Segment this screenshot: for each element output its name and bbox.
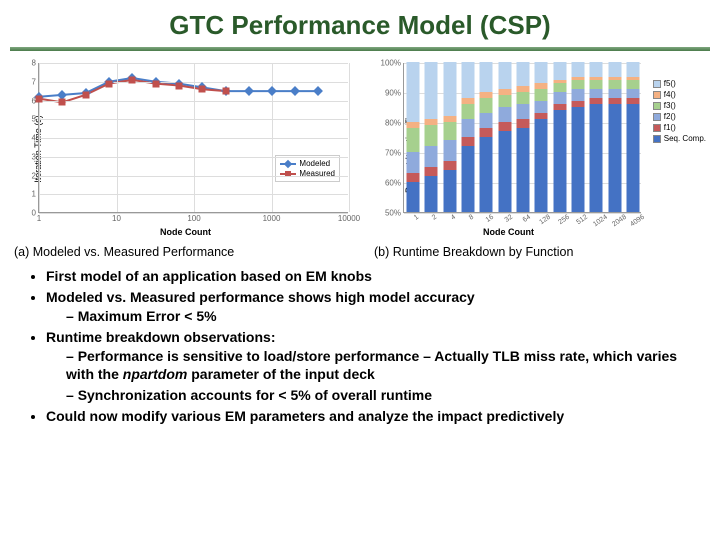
chart-a-point — [105, 80, 112, 87]
chart-b-bar — [407, 62, 420, 212]
chart-a: Iteration Time (s) Modeled Measured 0123… — [8, 57, 363, 241]
chart-a-xtick: 10 — [112, 212, 121, 223]
chart-b-bar — [553, 62, 566, 212]
chart-b-bar — [590, 62, 603, 212]
chart-b-legend-item: Seq. Comp. — [653, 134, 706, 143]
chart-b-xtick: 512 — [574, 212, 589, 226]
chart-b: Percent Iteration Time 50%60%70%80%90%10… — [369, 57, 704, 241]
chart-b-ytick: 60% — [385, 179, 404, 188]
chart-a-point — [129, 76, 136, 83]
chart-a-legend: Modeled Measured — [275, 155, 340, 182]
chart-b-bar — [517, 62, 530, 212]
chart-b-bar — [462, 62, 475, 212]
chart-b-xtick: 256 — [556, 212, 571, 226]
bullet-list: First model of an application based on E… — [0, 267, 720, 426]
chart-a-point — [82, 91, 89, 98]
bullet-item: First model of an application based on E… — [46, 267, 694, 286]
captions: (a) Modeled vs. Measured Performance (b)… — [0, 241, 720, 267]
chart-b-xtick: 2048 — [610, 212, 628, 228]
chart-b-ytick: 70% — [385, 149, 404, 158]
chart-a-ytick: 8 — [32, 59, 39, 68]
chart-a-point — [175, 82, 182, 89]
chart-b-legend-item: f4() — [653, 90, 706, 99]
chart-a-xtick: 10000 — [338, 212, 360, 223]
chart-a-xtick: 1000 — [263, 212, 281, 223]
legend-modeled: Modeled — [299, 159, 330, 168]
chart-a-point — [36, 95, 43, 102]
chart-a-xtick: 1 — [37, 212, 41, 223]
chart-a-ytick: 5 — [32, 115, 39, 124]
chart-a-point — [152, 80, 159, 87]
chart-b-xtick: 128 — [538, 212, 553, 226]
bullet-item: Runtime breakdown observations:Performan… — [46, 328, 694, 406]
chart-b-bar — [626, 62, 639, 212]
chart-b-legend-item: f1() — [653, 123, 706, 132]
sub-bullet-item: Performance is sensitive to load/store p… — [66, 347, 694, 385]
legend-measured: Measured — [299, 169, 335, 178]
slide-title: GTC Performance Model (CSP) — [0, 0, 720, 47]
title-rule — [10, 47, 710, 51]
chart-b-ytick: 100% — [381, 59, 404, 68]
sub-bullet-item: Maximum Error < 5% — [66, 307, 694, 326]
chart-b-legend: f5() f4() f3() f2() f1() Seq. Comp. — [653, 77, 706, 145]
chart-b-bar — [608, 62, 621, 212]
chart-b-legend-item: f5() — [653, 79, 706, 88]
chart-b-legend-item: f3() — [653, 101, 706, 110]
chart-a-ytick: 3 — [32, 152, 39, 161]
chart-b-ytick: 50% — [385, 209, 404, 218]
chart-b-ytick: 90% — [385, 89, 404, 98]
chart-b-xtick: 4096 — [628, 212, 646, 228]
charts-row: Iteration Time (s) Modeled Measured 0123… — [0, 57, 720, 241]
chart-b-legend-item: f2() — [653, 112, 706, 121]
chart-b-bar — [498, 62, 511, 212]
sub-bullet-item: Synchronization accounts for < 5% of ove… — [66, 386, 694, 405]
chart-b-bar — [443, 62, 456, 212]
bullet-item: Modeled vs. Measured performance shows h… — [46, 288, 694, 326]
chart-b-bar — [480, 62, 493, 212]
caption-b: (b) Runtime Breakdown by Function — [374, 245, 706, 259]
chart-a-point — [222, 88, 229, 95]
chart-a-xtick: 100 — [187, 212, 200, 223]
chart-b-xlabel: Node Count — [369, 227, 648, 237]
chart-a-ytick: 7 — [32, 77, 39, 86]
chart-a-xlabel: Node Count — [8, 227, 363, 237]
chart-a-point — [59, 99, 66, 106]
chart-b-xtick: 1024 — [591, 212, 609, 228]
chart-a-ytick: 1 — [32, 190, 39, 199]
chart-a-point — [199, 86, 206, 93]
chart-b-bar — [535, 62, 548, 212]
chart-b-bar — [571, 62, 584, 212]
chart-a-ytick: 4 — [32, 134, 39, 143]
chart-b-bar — [425, 62, 438, 212]
chart-a-ytick: 2 — [32, 171, 39, 180]
caption-a: (a) Modeled vs. Measured Performance — [14, 245, 374, 259]
bullet-item: Could now modify various EM parameters a… — [46, 407, 694, 426]
chart-b-ytick: 80% — [385, 119, 404, 128]
